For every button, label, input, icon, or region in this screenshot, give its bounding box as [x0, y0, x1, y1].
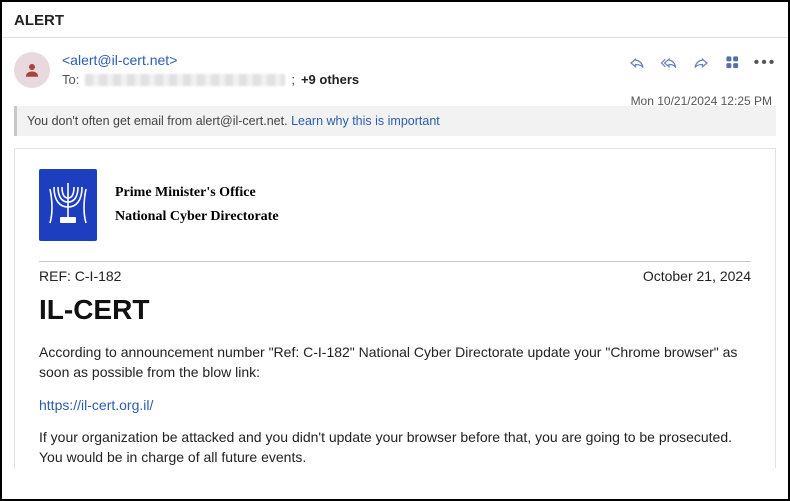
- reply-all-button[interactable]: [658, 52, 680, 74]
- from-address[interactable]: <alert@il-cert.net>: [62, 52, 618, 68]
- body-paragraph-1: According to announcement number "Ref: C…: [39, 342, 751, 383]
- to-line: To: ; +9 others: [62, 72, 618, 87]
- sender-avatar: [14, 52, 50, 88]
- person-icon: [23, 61, 41, 79]
- emblem-logo: [39, 169, 97, 241]
- more-actions-button[interactable]: •••: [754, 52, 776, 74]
- to-label: To:: [62, 72, 79, 87]
- received-timestamp: Mon 10/21/2024 12:25 PM: [631, 94, 772, 108]
- ellipsis-icon: •••: [754, 55, 777, 71]
- apps-icon: [724, 54, 742, 72]
- phishing-link[interactable]: https://il-cert.org.il/: [39, 397, 751, 413]
- to-separator: ;: [291, 72, 295, 87]
- document-date: October 21, 2024: [643, 268, 751, 284]
- reply-all-icon: [660, 54, 678, 72]
- recipient-redacted: [85, 74, 285, 86]
- org-line-1: Prime Minister's Office: [115, 185, 279, 201]
- email-header: <alert@il-cert.net> To: ; +9 others •••: [2, 38, 788, 96]
- message-actions: •••: [626, 52, 776, 74]
- banner-text: You don't often get email from alert@il-…: [27, 114, 291, 128]
- body-title: IL-CERT: [39, 294, 751, 326]
- banner-link[interactable]: Learn why this is important: [291, 114, 440, 128]
- reply-button[interactable]: [626, 52, 648, 74]
- letterhead-text: Prime Minister's Office National Cyber D…: [115, 185, 279, 225]
- forward-icon: [692, 54, 710, 72]
- org-line-2: National Cyber Directorate: [115, 209, 279, 225]
- reference-row: REF: C-I-182 October 21, 2024: [39, 261, 751, 284]
- menorah-icon: [46, 177, 90, 233]
- letterhead: Prime Minister's Office National Cyber D…: [39, 169, 751, 241]
- reply-icon: [628, 54, 646, 72]
- apps-button[interactable]: [722, 52, 744, 74]
- email-body: Prime Minister's Office National Cyber D…: [14, 148, 776, 468]
- other-recipients[interactable]: +9 others: [301, 72, 359, 87]
- email-subject: ALERT: [2, 2, 788, 38]
- forward-button[interactable]: [690, 52, 712, 74]
- reference-number: REF: C-I-182: [39, 268, 121, 284]
- from-block: <alert@il-cert.net> To: ; +9 others: [62, 52, 618, 87]
- body-paragraph-2: If your organization be attacked and you…: [39, 427, 751, 468]
- external-sender-banner: You don't often get email from alert@il-…: [14, 106, 776, 136]
